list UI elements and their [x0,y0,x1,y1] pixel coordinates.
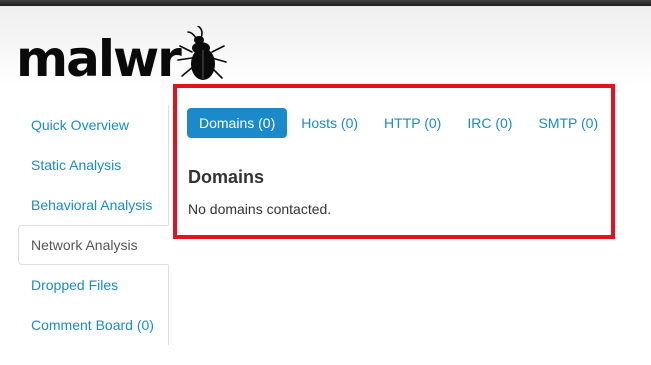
tab-http[interactable]: HTTP (0) [372,108,453,138]
sidebar-item-network-analysis[interactable]: Network Analysis [18,225,169,265]
sidebar-item-behavioral-analysis[interactable]: Behavioral Analysis [18,185,168,225]
logo[interactable]: malwr [16,26,230,86]
sidebar-item-static-analysis[interactable]: Static Analysis [18,145,168,185]
section-title: Domains [188,167,265,187]
tab-domains[interactable]: Domains (0) [187,108,288,138]
sidebar-item-quick-overview[interactable]: Quick Overview [18,105,168,145]
tab-irc[interactable]: IRC (0) [455,108,524,138]
sidebar-item-dropped-files[interactable]: Dropped Files [18,265,168,305]
tab-smtp[interactable]: SMTP (0) [526,108,610,138]
logo-text: malwr [16,30,182,88]
section-message: No domains contacted. [188,201,332,217]
sidebar-item-comment-board[interactable]: Comment Board (0) [18,305,168,345]
network-tabs: Domains (0) Hosts (0) HTTP (0) IRC (0) S… [187,108,612,138]
tab-hosts[interactable]: Hosts (0) [289,108,370,138]
beetle-icon [177,26,227,80]
sidebar-nav: Quick Overview Static Analysis Behaviora… [18,105,169,345]
